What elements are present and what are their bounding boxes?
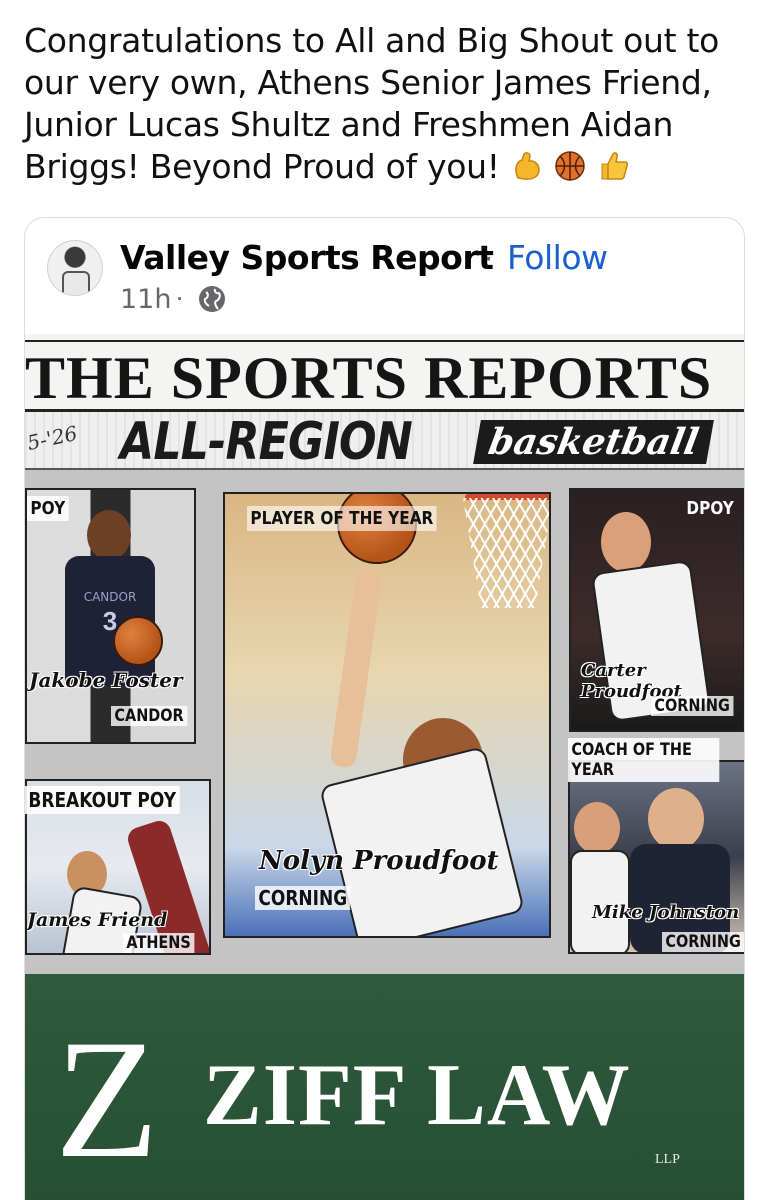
coach-label: COACH OF THE YEAR: [568, 738, 720, 782]
poy-label: POY: [27, 496, 69, 521]
poy-panel: CANDOR 3 POY Jakobe Foster CANDOR: [25, 488, 196, 744]
timestamp-separator: ·: [175, 282, 184, 312]
player-of-year-name: Nolyn Proudfoot: [259, 846, 499, 876]
player-of-year-label: PLAYER OF THE YEAR: [247, 506, 437, 531]
breakout-player-name: James Friend: [27, 909, 168, 931]
shared-post-card[interactable]: Valley Sports Report · Follow 11h · THE …: [24, 217, 745, 1200]
poy-player-name: Jakobe Foster: [29, 668, 183, 692]
breakout-school: ATHENS: [123, 933, 195, 953]
avatar[interactable]: [47, 240, 103, 296]
all-region-headline: ALL-REGION: [120, 412, 413, 472]
basketball-image: [113, 616, 163, 666]
basketball-net-image: [463, 498, 549, 608]
masthead-title: THE SPORTS REPORTS: [25, 348, 713, 408]
post-timestamp[interactable]: 11h: [120, 284, 171, 315]
sponsor-banner: Z ZIFF LAW LLP: [25, 974, 744, 1200]
all-region-graphic[interactable]: THE SPORTS REPORTS 5-'26 ALL-REGION bask…: [25, 334, 744, 1200]
breakout-label: BREAKOUT POY: [25, 786, 180, 814]
globe-icon: [197, 284, 227, 314]
shared-post-header: Valley Sports Report · Follow 11h ·: [25, 218, 744, 333]
player-of-year-panel: PLAYER OF THE YEAR Nolyn Proudfoot CORNI…: [223, 492, 551, 938]
page-name-link[interactable]: Valley Sports Report: [120, 238, 494, 277]
follow-button[interactable]: Follow: [507, 238, 608, 277]
coach-name: Mike Johnston: [592, 902, 740, 923]
dpoy-label: DPOY: [686, 498, 734, 519]
basketball-icon: [554, 150, 586, 192]
sponsor-suffix: LLP: [655, 1152, 680, 1167]
coach-school: CORNING: [662, 932, 744, 952]
newspaper-masthead-bar: THE SPORTS REPORTS: [25, 334, 744, 412]
poy-school: CANDOR: [111, 706, 188, 726]
separator-dot: ·: [483, 238, 494, 275]
thumbs-up-icon: [598, 150, 630, 192]
coach-panel: Mike Johnston CORNING: [568, 760, 744, 954]
basketball-script-headline: basketball: [473, 420, 714, 464]
flexed-biceps-icon: [512, 150, 542, 192]
dpoy-panel: DPOY Carter Proudfoot CORNING: [569, 488, 744, 732]
ziff-law-logo: Z: [55, 1005, 159, 1193]
post-text: Congratulations to All and Big Shout out…: [24, 20, 754, 192]
dpoy-school: CORNING: [651, 696, 734, 716]
sponsor-name: ZIFF LAW: [203, 1047, 631, 1144]
player-of-year-school: CORNING: [255, 886, 351, 910]
